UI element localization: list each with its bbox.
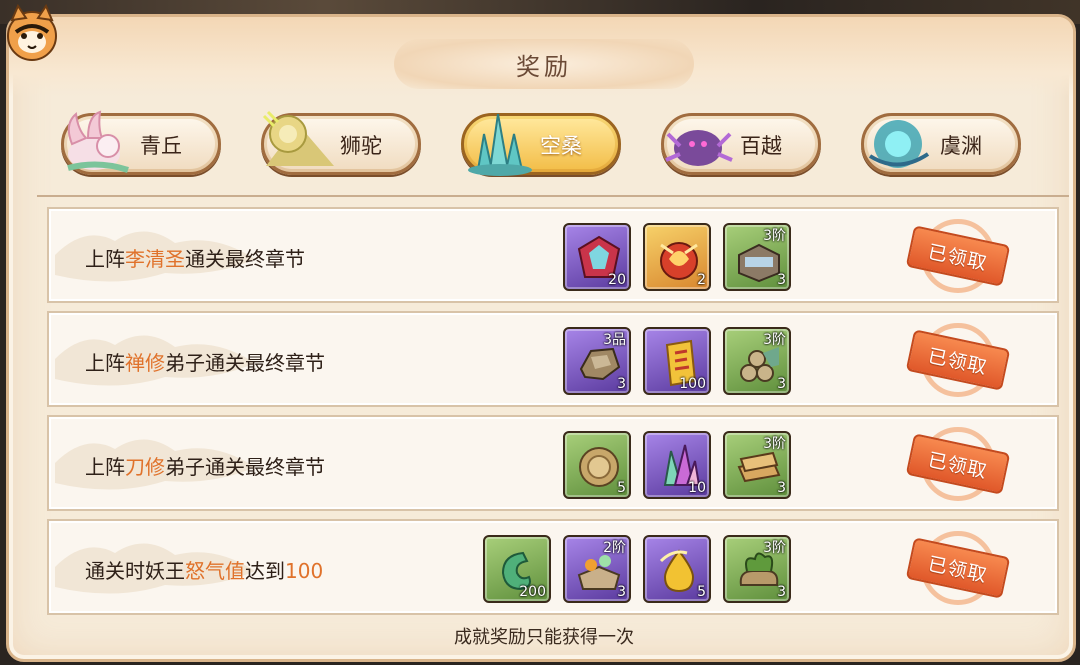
- tiger-mascot-icon[interactable]: [4, 2, 60, 68]
- achievement-row: 上阵禅修弟子通关最终章节 3品 3 100 3阶 3 已领取: [47, 311, 1059, 407]
- reward-item[interactable]: 5: [563, 431, 631, 499]
- tab-label: 青丘: [140, 134, 182, 158]
- task-highlight: 李清圣: [125, 247, 185, 271]
- reward-item[interactable]: 3阶 3: [723, 535, 791, 603]
- tab-label: 狮驼: [340, 134, 382, 158]
- tab-label: 空桑: [540, 134, 582, 158]
- tab-label: 百越: [740, 134, 782, 158]
- achievement-row: 上阵刀修弟子通关最终章节 5 10 3阶 3 已领取: [47, 415, 1059, 511]
- reward-item[interactable]: 20: [563, 223, 631, 291]
- reward-item[interactable]: 2阶 3: [563, 535, 631, 603]
- task-text: 上阵禅修弟子通关最终章节: [85, 351, 325, 375]
- fox-icon: [67, 110, 129, 173]
- reward-item[interactable]: 3阶 3: [723, 327, 791, 395]
- achievement-row: 上阵李清圣通关最终章节 20 2 3阶 3 已领取: [47, 207, 1059, 303]
- crystal-icon: [468, 113, 532, 176]
- achievement-row: 通关时妖王怒气值达到100 200 2阶 3 5 3阶 3 已领取: [47, 519, 1059, 615]
- task-highlight: 禅修: [125, 351, 165, 375]
- task-highlight: 刀修: [125, 455, 165, 479]
- tab-qingqiu[interactable]: 青丘: [61, 110, 221, 175]
- rewards-panel: 奖励 青丘 狮驼 空桑 百越 虞渊 上阵李清圣通关最终章节 20 2 3阶 3 …: [6, 14, 1076, 662]
- reward-item[interactable]: 2: [643, 223, 711, 291]
- tab-shituo[interactable]: 狮驼: [261, 110, 421, 175]
- achievement-list[interactable]: 上阵李清圣通关最终章节 20 2 3阶 3 已领取 上阵禅修弟子通关最终章节 3…: [37, 195, 1069, 633]
- reward-item[interactable]: 3阶 3: [723, 431, 791, 499]
- task-highlight: 怒气值: [185, 559, 245, 583]
- tab-baiyue[interactable]: 百越: [661, 113, 821, 175]
- tab-yuyuan[interactable]: 虞渊: [861, 113, 1021, 175]
- reward-item[interactable]: 200: [483, 535, 551, 603]
- reward-item[interactable]: 5: [643, 535, 711, 603]
- task-text: 上阵刀修弟子通关最终章节: [85, 455, 325, 479]
- footer-note: 成就奖励只能获得一次: [454, 627, 634, 648]
- orb-icon: [868, 120, 930, 168]
- title-plate: 奖励: [394, 39, 694, 89]
- lion-icon: [262, 110, 334, 166]
- panel-title: 奖励: [516, 52, 572, 81]
- task-number: 100: [285, 559, 324, 583]
- claimed-stamp: 已领取: [905, 219, 1011, 295]
- reward-item[interactable]: 3阶 3: [723, 223, 791, 291]
- spider-icon: [665, 130, 733, 166]
- reward-item[interactable]: 100: [643, 327, 711, 395]
- tab-label: 虞渊: [940, 134, 982, 158]
- claimed-stamp: 已领取: [905, 323, 1011, 399]
- task-text: 上阵李清圣通关最终章节: [85, 247, 305, 271]
- reward-item[interactable]: 10: [643, 431, 711, 499]
- reward-item[interactable]: 3品 3: [563, 327, 631, 395]
- task-text: 通关时妖王怒气值达到100: [85, 559, 324, 583]
- tab-kongsang[interactable]: 空桑: [461, 113, 621, 176]
- claimed-stamp: 已领取: [905, 427, 1011, 503]
- claimed-stamp: 已领取: [905, 531, 1011, 607]
